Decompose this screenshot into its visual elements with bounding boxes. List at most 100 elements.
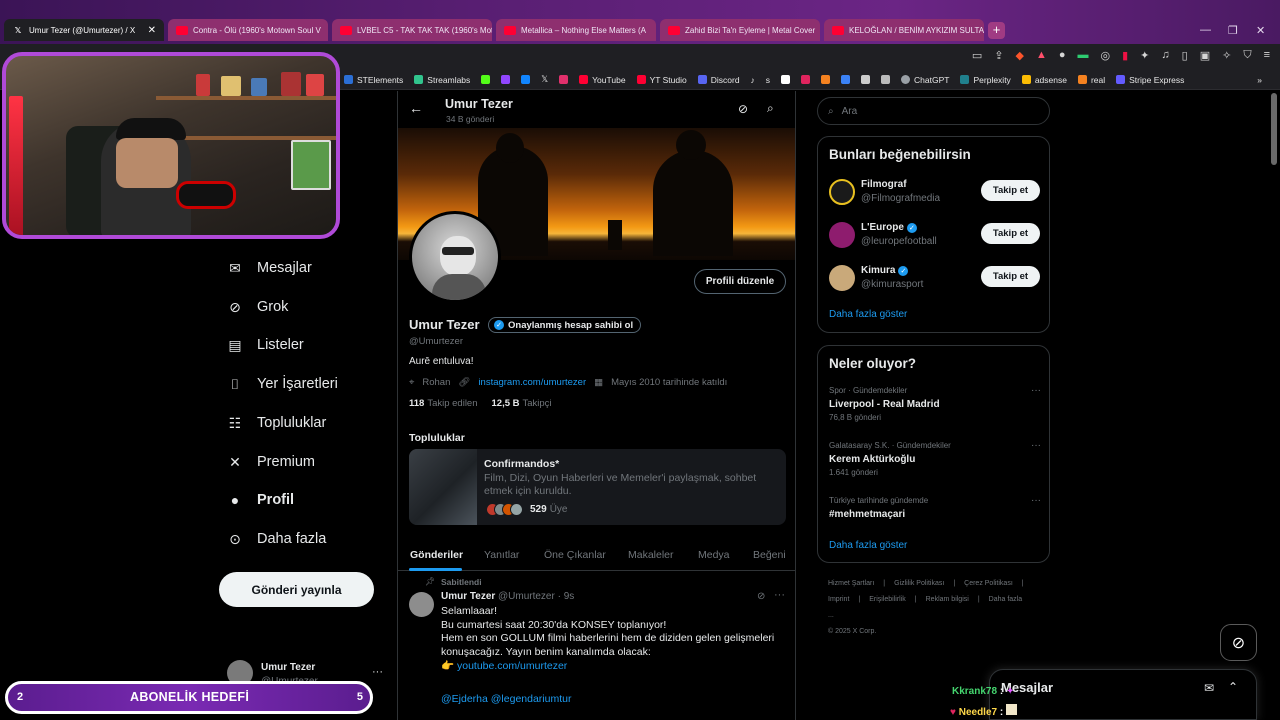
twitch-icon[interactable] [501,75,511,84]
more-icon[interactable]: ··· [1031,495,1041,506]
bookmark-item[interactable]: Streamlabs [414,75,470,85]
bookmark-item[interactable]: real [1077,75,1105,85]
post-mentions[interactable]: @Ejderha @legendariumtur [441,693,571,705]
screenshot-icon[interactable]: ▭ [972,49,982,62]
footer-link[interactable]: Reklam bilgisi [926,596,969,603]
grok-icon[interactable]: ⊘ [757,591,765,602]
browser-tab[interactable]: LVBEL C5 - TAK TAK TAK (1960's Mot [332,19,492,41]
nav-premium[interactable]: ✕ Premium [227,450,315,474]
trend-item[interactable]: Spor · Gündemdekiler Liverpool - Real Ma… [829,385,1041,426]
extension-icon[interactable]: ◎ [1101,49,1111,62]
tab-highlights[interactable]: Öne Çıkanlar [544,549,606,561]
follow-button[interactable]: Takip et [981,266,1040,287]
search-icon[interactable]: ⌕ [767,101,774,116]
bookmark-item[interactable]: ChatGPT [901,75,949,85]
close-window-icon[interactable]: ✕ [1256,24,1265,37]
tab-articles[interactable]: Makaleler [628,549,674,561]
nav-messages[interactable]: ✉ Mesajlar [227,256,312,280]
messages-drawer[interactable]: Mesajlar ✉ ⌃ [989,669,1257,720]
tiktok-icon[interactable]: ♪ [751,75,755,85]
nav-more[interactable]: ⊙ Daha fazla [227,527,326,551]
bookmark-item[interactable]: YT Studio [636,75,687,85]
minimize-icon[interactable]: — [1200,24,1211,36]
bookmark-item[interactable]: Discord [697,75,740,85]
share-icon[interactable]: ⇪ [994,49,1003,62]
get-verified-button[interactable]: ✓ Onaylanmış hesap sahibi ol [488,317,642,333]
new-tab-button[interactable]: + [988,22,1005,39]
x-bookmark-icon[interactable]: 𝕏 [541,74,548,85]
vpn-icon[interactable]: ⛉ [1243,49,1251,62]
menu-icon[interactable]: ≡ [1264,49,1270,62]
scrollbar[interactable] [1271,93,1277,165]
nav-profile[interactable]: ● Profil [227,488,294,512]
wallet-icon[interactable]: ▣ [1200,49,1210,62]
browser-tab[interactable]: KELOĞLAN / BENİM AYKIZIM SULTA [824,19,984,41]
brave-rewards-icon[interactable]: ▲ [1036,49,1047,62]
leo-ai-icon[interactable]: ✧ [1222,49,1231,62]
maximize-icon[interactable]: ❐ [1228,24,1238,37]
browser-tab-active[interactable]: 𝕏 Umur Tezer (@Umurtezer) / X ✕ [4,19,164,41]
bluesky-icon[interactable] [521,75,531,84]
profile-avatar[interactable] [409,211,501,303]
bookmark-folder-icon[interactable] [821,75,831,84]
bookmark-folder-icon[interactable] [841,75,851,84]
edit-profile-button[interactable]: Profili düzenle [694,269,786,294]
nav-grok[interactable]: ⊘ Grok [227,295,288,319]
bookmark-folder-icon[interactable] [881,75,891,84]
nav-communities[interactable]: ☷ Topluluklar [227,411,327,435]
more-icon[interactable]: ··· [774,589,785,601]
suggestion-item[interactable]: Filmograf @Filmografmedia Takip et [829,178,1041,212]
music-icon[interactable]: ♫ [1161,49,1169,62]
nav-lists[interactable]: ▤ Listeler [227,333,303,357]
footer-link[interactable]: Çerez Politikası [964,580,1013,587]
new-message-icon[interactable]: ✉ [1204,681,1214,695]
brave-shield-icon[interactable]: ◆ [1015,49,1023,62]
footer-link[interactable]: Gizlilik Politikası [894,580,944,587]
show-more-link[interactable]: Daha fazla göster [829,540,907,551]
tab-posts[interactable]: Gönderiler [410,549,463,561]
search-input[interactable]: ⌕ Ara [817,97,1050,125]
trend-item[interactable]: Türkiye tarihinde gündemde #mehmetmaçari… [829,495,1041,536]
footer-link[interactable]: Hizmet Şartları [828,580,874,587]
extension-icon[interactable]: ● [1059,49,1066,62]
bookmark-item[interactable]: YouTube [579,75,626,85]
avatar[interactable] [409,592,434,617]
following-link[interactable]: 118 Takip edilen [409,398,478,409]
browser-tab[interactable]: Contra - Ölü (1960's Motown Soul V [168,19,328,41]
more-icon[interactable]: ··· [1031,440,1041,451]
suggestion-item[interactable]: Kimura ✓ @kimurasport Takip et [829,264,1041,298]
show-more-link[interactable]: Daha fazla göster [829,309,907,320]
bookmark-item[interactable]: adsense [1021,75,1067,85]
sidebar-icon[interactable]: ▯ [1182,49,1188,62]
post-link[interactable]: youtube.com/umurtezer [457,660,567,672]
bookmark-folder-icon[interactable] [801,75,811,84]
nav-bookmarks[interactable]: ⌷ Yer İşaretleri [227,372,338,396]
bookmark-folder-icon[interactable] [861,75,871,84]
instagram-icon[interactable] [559,75,569,84]
pinned-post[interactable]: 📌︎ Sabitlendi Umur Tezer @Umurtezer · 9s… [398,574,795,720]
footer-link[interactable]: Imprint [828,596,849,603]
bookmark-item[interactable]: STElements [344,75,403,85]
bookmark-item[interactable]: s [766,75,770,85]
back-arrow-icon[interactable]: ← [409,100,423,116]
tab-replies[interactable]: Yanıtlar [484,549,519,561]
more-bookmarks-icon[interactable]: » [1257,75,1262,85]
footer-link[interactable]: Erişilebilirlik [869,596,906,603]
followers-link[interactable]: 12,5 B Takipçi [492,398,552,409]
grok-icon[interactable]: ⊘ [738,102,748,116]
follow-button[interactable]: Takip et [981,180,1040,201]
more-icon[interactable]: ··· [1031,385,1041,396]
extension-icon[interactable]: ▬ [1078,49,1089,62]
browser-tab[interactable]: Zahid Bizi Ta'n Eyleme | Metal Cover [660,19,820,41]
bookmark-item[interactable]: Stripe Express [1116,75,1184,85]
expand-icon[interactable]: ⌃ [1228,680,1238,694]
extension-icon[interactable]: ▮ [1122,49,1128,62]
community-card[interactable]: Confirmandos* Film, Dizi, Oyun Haberleri… [409,449,786,525]
suggestion-item[interactable]: L'Europe ✓ @leuropefootball Takip et [829,221,1041,255]
bookmark-item[interactable]: Perplexity [960,75,1011,85]
post-author[interactable]: Umur Tezer [441,591,495,602]
bookmark-folder-icon[interactable] [781,75,791,84]
post-button[interactable]: Gönderi yayınla [219,572,374,607]
extensions-puzzle-icon[interactable]: ✦ [1140,49,1149,62]
follow-button[interactable]: Takip et [981,223,1040,244]
